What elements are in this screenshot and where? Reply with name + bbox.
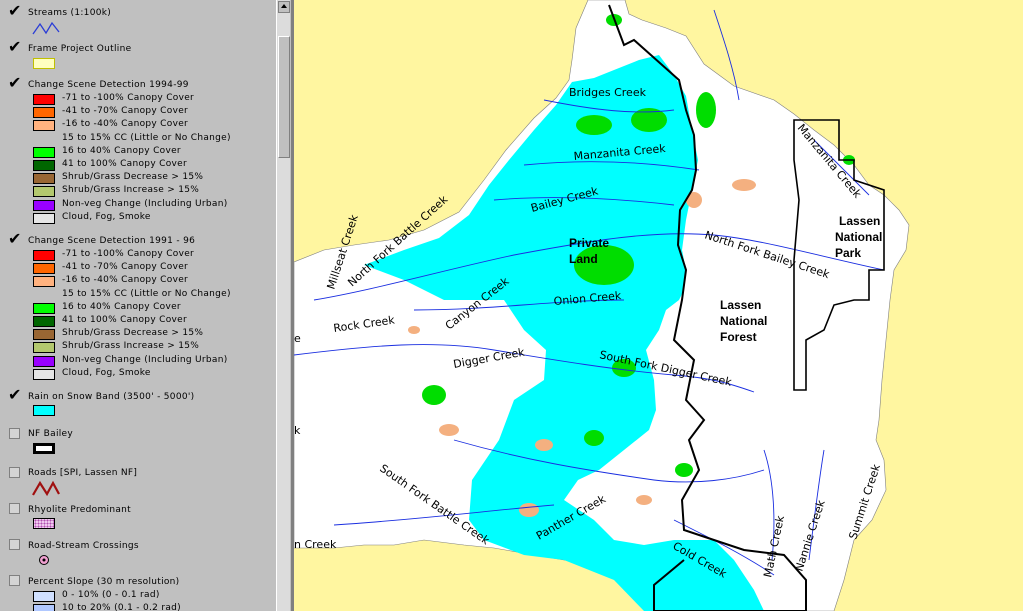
change-9196-class-swatch	[33, 368, 55, 380]
lassen-np-label-3: Park	[835, 246, 861, 260]
change-9499-checkbox[interactable]	[8, 73, 21, 92]
change-9196-class-label: -71 to -100% Canopy Cover	[62, 249, 195, 259]
roads-layer-label[interactable]: Roads [SPI, Lassen NF]	[28, 468, 137, 478]
change-9196-class-label: Shrub/Grass Decrease > 15%	[62, 328, 204, 339]
change-9196-class-label: Shrub/Grass Increase > 15%	[62, 341, 200, 352]
slope-class-swatch	[33, 591, 55, 602]
road-line-icon	[32, 480, 60, 497]
rain-on-snow-checkbox[interactable]	[8, 385, 21, 404]
private-land-label-1: Private	[569, 236, 609, 250]
slope-layer-label[interactable]: Percent Slope (30 m resolution)	[28, 577, 180, 587]
lassen-nf-label-3: Forest	[720, 330, 757, 344]
private-land-label-2: Land	[569, 252, 598, 266]
scroll-up-arrow-icon[interactable]	[278, 1, 290, 13]
change-9499-class-swatch	[33, 146, 55, 158]
roads-checkbox[interactable]	[9, 467, 20, 478]
e-edge-label: e	[294, 332, 301, 345]
change-9196-class-label: 16 to 40% Canopy Cover	[62, 301, 181, 312]
change-9196-class-swatch	[33, 302, 55, 314]
change-9499-layer-label[interactable]: Change Scene Detection 1994-99	[28, 80, 189, 90]
change-9196-class-swatch	[33, 316, 55, 327]
streams-layer-label[interactable]: Streams (1:100k)	[28, 8, 111, 18]
change-9196-class-swatch	[33, 276, 55, 288]
frame-outline-swatch	[33, 58, 55, 69]
rhyolite-checkbox[interactable]	[9, 503, 20, 514]
change-9196-class-label: 41 to 100% Canopy Cover	[62, 315, 187, 325]
change-9499-class-label: 16 to 40% Canopy Cover	[62, 145, 181, 156]
change-9499-class-swatch	[33, 107, 55, 119]
change-9499-class-label: -71 to -100% Canopy Cover	[62, 93, 195, 103]
k-edge-label: k	[294, 424, 301, 437]
change-9499-class-label: 15 to 15% CC (Little or No Change)	[62, 132, 231, 143]
change-9196-class-label: Non-veg Change (Including Urban)	[62, 354, 228, 365]
change-9499-class-swatch	[33, 134, 55, 145]
map-view[interactable]: Bridges Creek Manzanita Creek Manzanita …	[294, 0, 1023, 611]
frame-outline-checkbox[interactable]	[8, 37, 21, 56]
crossings-checkbox[interactable]	[9, 539, 20, 550]
slope-class-label: 10 to 20% (0.1 - 0.2 rad)	[62, 603, 181, 611]
change-9196-class-swatch	[33, 263, 55, 275]
rain-on-snow-layer-label[interactable]: Rain on Snow Band (3500' - 5000')	[28, 392, 194, 402]
lassen-nf-label-2: National	[720, 314, 767, 328]
change-9499-class-label: -41 to -70% Canopy Cover	[62, 106, 189, 117]
legend-panel: Streams (1:100k) Frame Project Outline C…	[0, 0, 277, 611]
change-9499-class-swatch	[33, 186, 55, 198]
change-9196-class-swatch	[33, 355, 55, 367]
change-9196-class-swatch	[33, 250, 55, 261]
slope-class-label: 0 - 10% (0 - 0.1 rad)	[62, 590, 160, 600]
nf-bailey-swatch	[33, 443, 55, 454]
change-9499-class-label: 41 to 100% Canopy Cover	[62, 159, 187, 169]
change-9499-class-label: Shrub/Grass Decrease > 15%	[62, 172, 204, 183]
change-9196-class-swatch	[33, 290, 55, 301]
legend-scrollbar[interactable]	[276, 0, 291, 611]
rhyolite-layer-label[interactable]: Rhyolite Predominant	[28, 505, 131, 515]
bridges-creek-label: Bridges Creek	[569, 86, 647, 99]
stream-line-icon	[32, 21, 60, 35]
change-9499-class-label: Cloud, Fog, Smoke	[62, 211, 151, 222]
change-9499-class-label: Non-veg Change (Including Urban)	[62, 198, 228, 209]
change-9499-class-swatch	[33, 120, 55, 132]
change-9196-class-label: Cloud, Fog, Smoke	[62, 367, 151, 378]
change-9196-layer-label[interactable]: Change Scene Detection 1991 - 96	[28, 236, 195, 246]
frame-outline-layer-label[interactable]: Frame Project Outline	[28, 44, 131, 54]
crossings-layer-label[interactable]: Road-Stream Crossings	[28, 541, 139, 551]
lassen-nf-label-1: Lassen	[720, 298, 761, 312]
n-creek-edge-label: n Creek	[294, 538, 337, 551]
rhyolite-swatch	[33, 518, 55, 529]
rain-on-snow-swatch	[33, 405, 55, 416]
change-9499-class-swatch	[33, 160, 55, 171]
slope-checkbox[interactable]	[9, 575, 20, 586]
change-9499-class-swatch	[33, 212, 55, 224]
change-9499-class-label: Shrub/Grass Increase > 15%	[62, 185, 200, 196]
change-9196-class-swatch	[33, 342, 55, 354]
change-9196-class-swatch	[33, 329, 55, 341]
change-9196-checkbox[interactable]	[8, 229, 21, 248]
change-9196-class-label: 15 to 15% CC (Little or No Change)	[62, 288, 231, 299]
scrollbar-thumb[interactable]	[278, 36, 290, 158]
nf-bailey-layer-label[interactable]: NF Bailey	[28, 429, 73, 439]
slope-class-swatch	[33, 604, 55, 611]
streams-checkbox[interactable]	[8, 1, 21, 20]
change-9499-class-swatch	[33, 199, 55, 211]
change-9196-class-label: -16 to -40% Canopy Cover	[62, 275, 189, 286]
lassen-np-label-1: Lassen	[839, 214, 880, 228]
nf-bailey-checkbox[interactable]	[9, 428, 20, 439]
lassen-np-label-2: National	[835, 230, 882, 244]
change-9499-class-swatch	[33, 173, 55, 185]
change-9499-class-label: -16 to -40% Canopy Cover	[62, 119, 189, 130]
crossing-point-icon	[39, 555, 49, 565]
change-9499-class-swatch	[33, 94, 55, 105]
change-9196-class-label: -41 to -70% Canopy Cover	[62, 262, 189, 273]
